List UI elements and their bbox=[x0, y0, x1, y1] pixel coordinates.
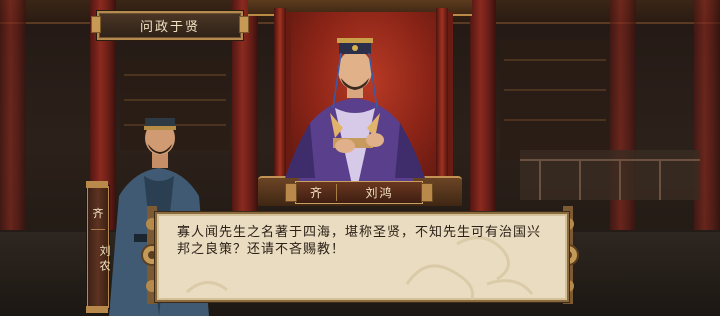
name-plate-cap-left bbox=[285, 183, 297, 202]
ruler-name: 刘鸿 bbox=[365, 186, 394, 200]
ruler-name-plate: 齐 刘鸿 bbox=[285, 181, 433, 204]
title-cap-left bbox=[91, 16, 101, 33]
game-scene: 问政于贤 齐 刘鸿 齐 刘农 寡人闻先生之名著于四海，堪称圣贤，不知先生可有治国… bbox=[0, 0, 720, 316]
throne-post-right bbox=[436, 8, 448, 193]
title-cap-right bbox=[239, 16, 249, 33]
scene-title-plate: 问政于贤 bbox=[91, 11, 249, 40]
ruler-faction: 齐 bbox=[296, 184, 337, 201]
name-plate-cap-right bbox=[421, 183, 433, 202]
dialogue-text: 寡人闻先生之名著于四海，堪称圣贤，不知先生可有治国兴邦之良策？还请不吝赐教！ bbox=[177, 225, 542, 257]
speaker-faction: 齐 bbox=[92, 207, 104, 220]
dialogue-box[interactable]: 寡人闻先生之名著于四海，堪称圣贤，不知先生可有治国兴邦之良策？还请不吝赐教！ bbox=[155, 212, 569, 302]
speaker-name-plate: 齐 刘农 bbox=[86, 181, 111, 313]
scene-title: 问政于贤 bbox=[139, 20, 200, 35]
speaker-plate-cap-bottom bbox=[86, 306, 108, 313]
speaker-name: 刘农 bbox=[98, 245, 111, 275]
speaker-plate-divider bbox=[91, 229, 105, 230]
speaker-plate-cap-top bbox=[86, 181, 108, 188]
